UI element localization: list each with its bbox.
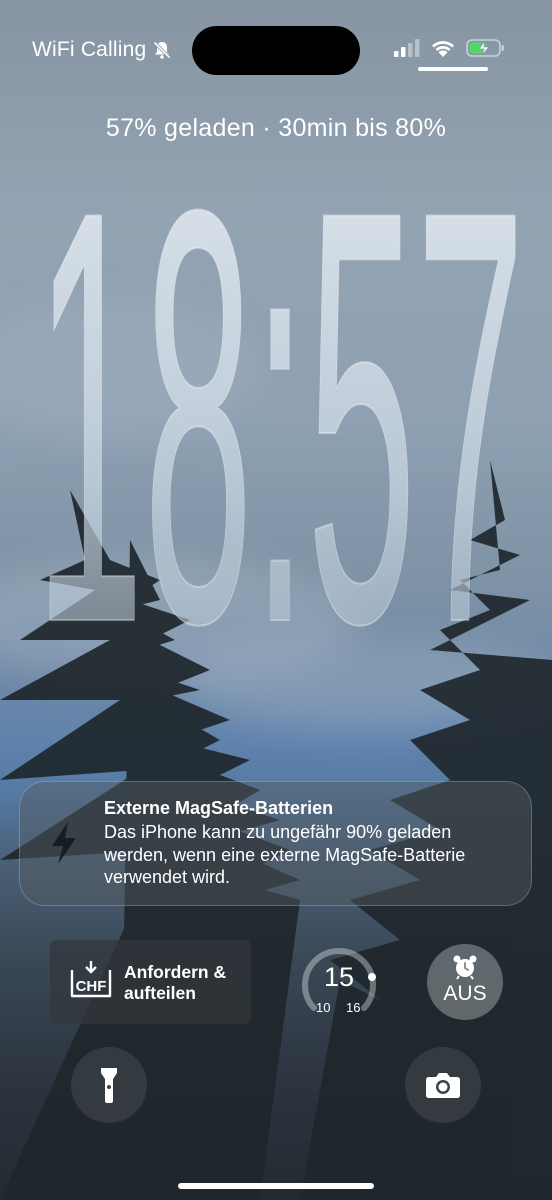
svg-text:CHF: CHF bbox=[76, 978, 107, 995]
clock-time: 18:57 bbox=[35, 150, 525, 670]
status-bar: WiFi Calling bbox=[0, 0, 552, 100]
cellular-signal-icon bbox=[394, 39, 420, 57]
notification-card[interactable]: Externe MagSafe-Batterien Das iPhone kan… bbox=[19, 781, 532, 906]
chf-request-icon: CHF bbox=[70, 961, 112, 998]
clock-digits: 18:57 bbox=[34, 86, 526, 746]
lock-clock: 18:57 bbox=[20, 86, 540, 746]
wifi-icon bbox=[432, 40, 454, 57]
dynamic-island bbox=[192, 26, 360, 75]
gauge-max: 16 bbox=[346, 1000, 361, 1015]
carrier-label: WiFi Calling bbox=[32, 38, 172, 62]
alarm-clock-icon bbox=[453, 955, 477, 980]
alarm-label: AUS bbox=[443, 982, 487, 1005]
lightning-bolt-icon bbox=[52, 822, 76, 864]
gauge-value: 15 bbox=[323, 962, 355, 992]
camera-button[interactable] bbox=[405, 1047, 481, 1123]
camera-icon bbox=[426, 1073, 460, 1098]
payment-label: Anfordern & aufteilen bbox=[124, 962, 227, 1003]
weather-gauge-widget[interactable]: 15 10 16 bbox=[300, 944, 378, 1022]
flashlight-button[interactable] bbox=[71, 1047, 147, 1123]
battery-charging-icon bbox=[466, 39, 504, 57]
gauge-min: 10 bbox=[316, 1000, 331, 1015]
notification-body: Das iPhone kann zu ungefähr 90% geladen … bbox=[104, 822, 466, 887]
home-indicator[interactable] bbox=[178, 1183, 374, 1189]
flashlight-icon bbox=[101, 1068, 117, 1103]
alarm-widget[interactable]: AUS bbox=[427, 944, 503, 1020]
notification-title: Externe MagSafe-Batterien bbox=[104, 798, 334, 818]
swipe-indicator[interactable] bbox=[418, 67, 488, 71]
bell-slash-icon bbox=[153, 41, 172, 59]
carrier-text: WiFi Calling bbox=[32, 38, 147, 61]
payment-request-widget[interactable]: CHF Anfordern & aufteilen bbox=[50, 940, 251, 1024]
charge-status: 57% geladen · 30min bis 80% bbox=[105, 114, 447, 142]
